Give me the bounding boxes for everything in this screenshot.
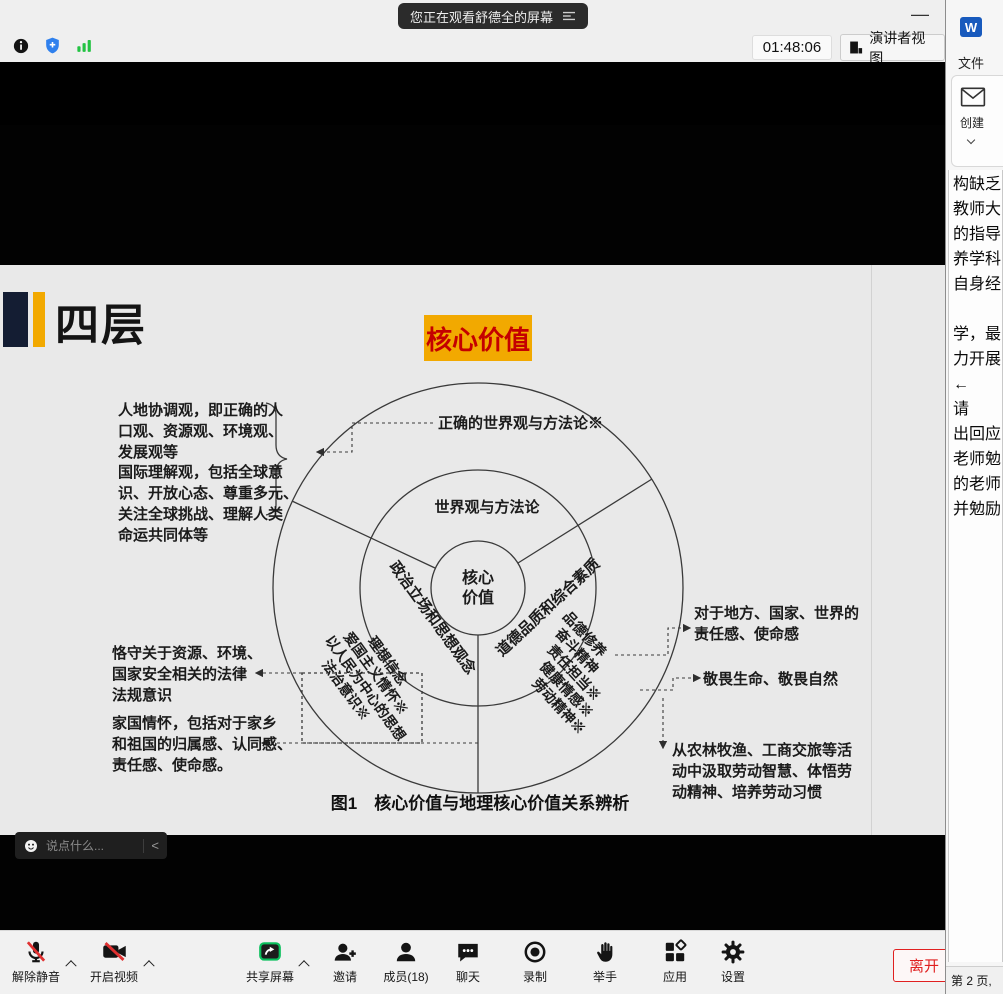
network-signal-icon[interactable]	[75, 36, 94, 55]
chat-button[interactable]: 聊天	[436, 938, 500, 990]
info-icon[interactable]	[12, 37, 30, 55]
chat-label: 聊天	[456, 968, 480, 985]
word-file-menu[interactable]: 文件	[958, 53, 984, 72]
layout-view-icon	[849, 40, 863, 55]
unmute-label: 解除静音	[12, 968, 60, 985]
doc-line: 并勉励	[953, 497, 1002, 522]
note-right-1: 对于地方、国家、世界的 责任感、使命感	[694, 603, 859, 645]
slide-section-title: 四层	[55, 289, 147, 353]
speaker-view-button[interactable]: 演讲者视图	[840, 34, 945, 61]
record-icon	[522, 939, 548, 965]
record-label: 录制	[523, 968, 547, 985]
settings-button[interactable]: 设置	[701, 938, 765, 990]
share-screen-button[interactable]: 共享屏幕	[238, 938, 302, 990]
slide-page-edge	[871, 265, 872, 835]
emoji-icon[interactable]	[23, 838, 39, 854]
chat-quick-bar[interactable]: 说点什么... <	[15, 832, 167, 859]
divider-right	[518, 479, 652, 563]
ring-label-worldview: 世界观与方法论	[434, 498, 540, 516]
word-app-icon: W	[960, 17, 982, 37]
doc-line: 教师大	[953, 197, 1002, 222]
share-screen-label: 共享屏幕	[246, 968, 294, 985]
members-label: 成员(18)	[383, 968, 428, 985]
word-create-card[interactable]: 创建	[951, 75, 1003, 167]
doc-line: 构缺乏	[953, 172, 1002, 197]
raise-hand-label: 举手	[593, 968, 617, 985]
doc-line: 请	[953, 397, 1002, 422]
apps-label: 应用	[663, 968, 687, 985]
raise-hand-button[interactable]: 举手	[573, 938, 637, 990]
figure-caption: 图1 核心价值与地理核心价值关系辨析	[290, 789, 670, 814]
participant-filmstrip: < 王颖琳	[0, 62, 945, 125]
minimize-button[interactable]: —	[905, 0, 935, 28]
members-icon	[393, 939, 419, 965]
create-label: 创建	[960, 114, 984, 131]
members-button[interactable]: 成员(18)	[374, 938, 438, 990]
outer-left-text-block: 理想信念 爱国主义情怀※ 以人民为中心的思想 法治意识※	[308, 612, 436, 753]
doc-line: 出回应	[953, 422, 1002, 447]
apps-button[interactable]: 应用	[643, 938, 707, 990]
chat-bubble-icon	[455, 939, 481, 965]
chat-collapse-chevron[interactable]: <	[151, 838, 159, 853]
shared-slide: 核心 价值 世界观与方法论 政治立场和思想观念 道德品质和综合素质 理想信念 爱…	[0, 265, 945, 835]
doc-line: 自身经	[953, 272, 1002, 297]
center-label-1: 核心	[462, 568, 494, 587]
security-shield-icon[interactable]	[43, 36, 62, 55]
title-gold-block	[33, 292, 45, 347]
share-options-caret[interactable]	[297, 956, 311, 970]
note-left-bottom-1: 恪守关于资源、环境、 国家安全相关的法律 法规意识	[112, 643, 262, 706]
chevron-down-icon	[967, 136, 975, 144]
share-banner-text: 您正在观看舒德全的屏幕	[410, 7, 553, 26]
note-right-3: 从农林牧渔、工商交旅等活 动中汲取劳动智慧、体悟劳 动精神、培养劳动习惯	[672, 740, 852, 803]
gear-icon	[720, 939, 746, 965]
doc-line: 的指导	[953, 222, 1002, 247]
start-video-button[interactable]: 开启视频	[82, 938, 146, 990]
doc-line: 老师勉	[953, 447, 1002, 472]
apps-icon	[662, 939, 688, 965]
video-options-caret[interactable]	[142, 956, 156, 970]
label-correct-worldview: 正确的世界观与方法论※	[438, 414, 603, 432]
muted-mic-icon	[23, 939, 49, 965]
note-left-bottom-2: 家国情怀，包括对于家乡 和祖国的归属感、认同感、 责任感、使命感。	[112, 713, 292, 776]
doc-line: ←	[953, 372, 1002, 397]
share-screen-icon	[257, 939, 283, 965]
note-right-2: 敬畏生命、敬畏自然	[703, 669, 838, 690]
status-icons	[12, 36, 94, 55]
note-left-top-1: 人地协调观，即正确的人 口观、资源观、环境观、 发展观等	[118, 400, 283, 463]
connector-awe	[640, 678, 700, 690]
invite-label: 邀请	[333, 968, 357, 985]
start-video-label: 开启视频	[90, 968, 138, 985]
settings-label: 设置	[721, 968, 745, 985]
doc-line: 养学科	[953, 247, 1002, 272]
doc-line: 力开展	[953, 347, 1002, 372]
banner-menu-icon[interactable]	[562, 10, 576, 22]
chat-divider	[143, 839, 144, 853]
record-button[interactable]: 录制	[503, 938, 567, 990]
word-document-text[interactable]: 构缺乏教师大的指导养学科自身经学，最力开展←请出回应老师勉的老师并勉励	[948, 170, 1003, 962]
chat-input[interactable]: 说点什么...	[46, 837, 136, 854]
mic-options-caret[interactable]	[64, 956, 78, 970]
invite-button[interactable]: 邀请	[313, 938, 377, 990]
slide-headline: 核心价值	[424, 315, 532, 361]
unmute-button[interactable]: 解除静音	[4, 938, 68, 990]
meeting-toolbar: 解除静音 开启视频 共享屏幕	[0, 930, 945, 994]
center-label-2: 价值	[462, 588, 494, 607]
meeting-timer: 01:48:06	[752, 35, 832, 60]
raised-hand-icon	[592, 939, 618, 965]
envelope-icon	[960, 86, 986, 108]
word-window[interactable]: W 文件 创建 构缺乏教师大的指导养学科自身经学，最力开展←请出回应老师勉的老师…	[945, 0, 1003, 994]
connector-worldview	[317, 423, 433, 452]
word-status-bar: 第 2 页,	[946, 966, 1003, 994]
share-banner: 您正在观看舒德全的屏幕	[398, 3, 588, 29]
note-left-top-2: 国际理解观，包括全球意 识、开放心态、尊重多元、 关注全球挑战、理解人类 命运共…	[118, 462, 298, 546]
camera-off-icon	[101, 938, 128, 965]
doc-line	[953, 297, 1002, 322]
stage-letterbox-top	[0, 125, 945, 265]
doc-line: 学，最	[953, 322, 1002, 347]
meeting-window: 您正在观看舒德全的屏幕 — 01:48:06 演讲者视图	[0, 0, 1003, 994]
doc-line: 的老师	[953, 472, 1002, 497]
header-bar: 您正在观看舒德全的屏幕 — 01:48:06 演讲者视图	[0, 0, 945, 62]
title-navy-block	[3, 292, 28, 347]
invite-person-icon	[332, 939, 358, 965]
